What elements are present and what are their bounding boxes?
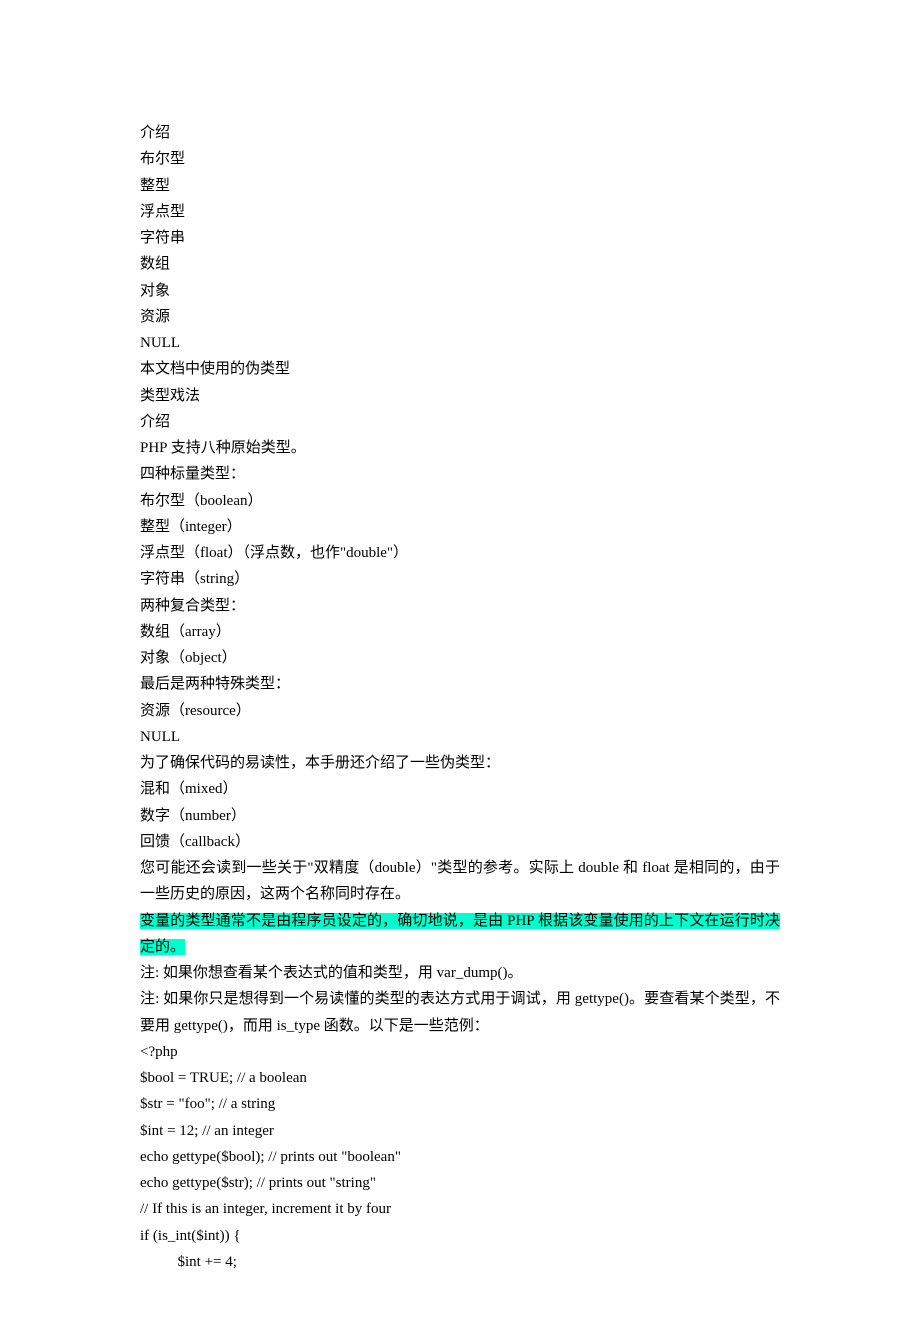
text-line: 介绍 [140, 120, 780, 146]
text-line: NULL [140, 330, 780, 356]
code-line: if (is_int($int)) { [140, 1223, 780, 1249]
code-line-indented: $int += 4; [140, 1249, 780, 1275]
text-line: 资源 [140, 304, 780, 330]
text-line: 对象 [140, 278, 780, 304]
text-line: 本文档中使用的伪类型 [140, 356, 780, 382]
text-line: 类型戏法 [140, 383, 780, 409]
text-line: PHP 支持八种原始类型。 [140, 435, 780, 461]
code-line: $bool = TRUE; // a boolean [140, 1065, 780, 1091]
text-line: 浮点型 [140, 199, 780, 225]
text-line: 注: 如果你想查看某个表达式的值和类型，用 var_dump()。 [140, 960, 780, 986]
code-line: // If this is an integer, increment it b… [140, 1196, 780, 1222]
text-line: 回馈（callback） [140, 829, 780, 855]
text-line: 注: 如果你只是想得到一个易读懂的类型的表达方式用于调试，用 gettype()… [140, 986, 780, 1039]
document-page: 介绍 布尔型 整型 浮点型 字符串 数组 对象 资源 NULL 本文档中使用的伪… [0, 0, 920, 1335]
code-line: $str = "foo"; // a string [140, 1091, 780, 1117]
text-line: 混和（mixed） [140, 776, 780, 802]
text-line: 布尔型 [140, 146, 780, 172]
code-line: $int = 12; // an integer [140, 1118, 780, 1144]
text-line: 整型（integer） [140, 514, 780, 540]
text-line: 最后是两种特殊类型： [140, 671, 780, 697]
code-line: echo gettype($str); // prints out "strin… [140, 1170, 780, 1196]
text-line: 数字（number） [140, 803, 780, 829]
code-line: echo gettype($bool); // prints out "bool… [140, 1144, 780, 1170]
text-line: NULL [140, 724, 780, 750]
text-line: 字符串（string） [140, 566, 780, 592]
text-line: 资源（resource） [140, 698, 780, 724]
highlight-span: 变量的类型通常不是由程序员设定的，确切地说，是由 PHP 根据该变量使用的上下文… [140, 913, 780, 955]
text-line: 两种复合类型： [140, 593, 780, 619]
text-line: 四种标量类型： [140, 461, 780, 487]
highlighted-text: 变量的类型通常不是由程序员设定的，确切地说，是由 PHP 根据该变量使用的上下文… [140, 908, 780, 961]
text-line: 介绍 [140, 409, 780, 435]
text-line: 数组（array） [140, 619, 780, 645]
text-line: 字符串 [140, 225, 780, 251]
text-line: 数组 [140, 251, 780, 277]
code-line: <?php [140, 1039, 780, 1065]
text-line: 浮点型（float）（浮点数，也作"double"） [140, 540, 780, 566]
text-line: 整型 [140, 173, 780, 199]
text-line: 对象（object） [140, 645, 780, 671]
text-line: 布尔型（boolean） [140, 488, 780, 514]
text-line: 为了确保代码的易读性，本手册还介绍了一些伪类型： [140, 750, 780, 776]
text-line: 您可能还会读到一些关于"双精度（double）"类型的参考。实际上 double… [140, 855, 780, 908]
